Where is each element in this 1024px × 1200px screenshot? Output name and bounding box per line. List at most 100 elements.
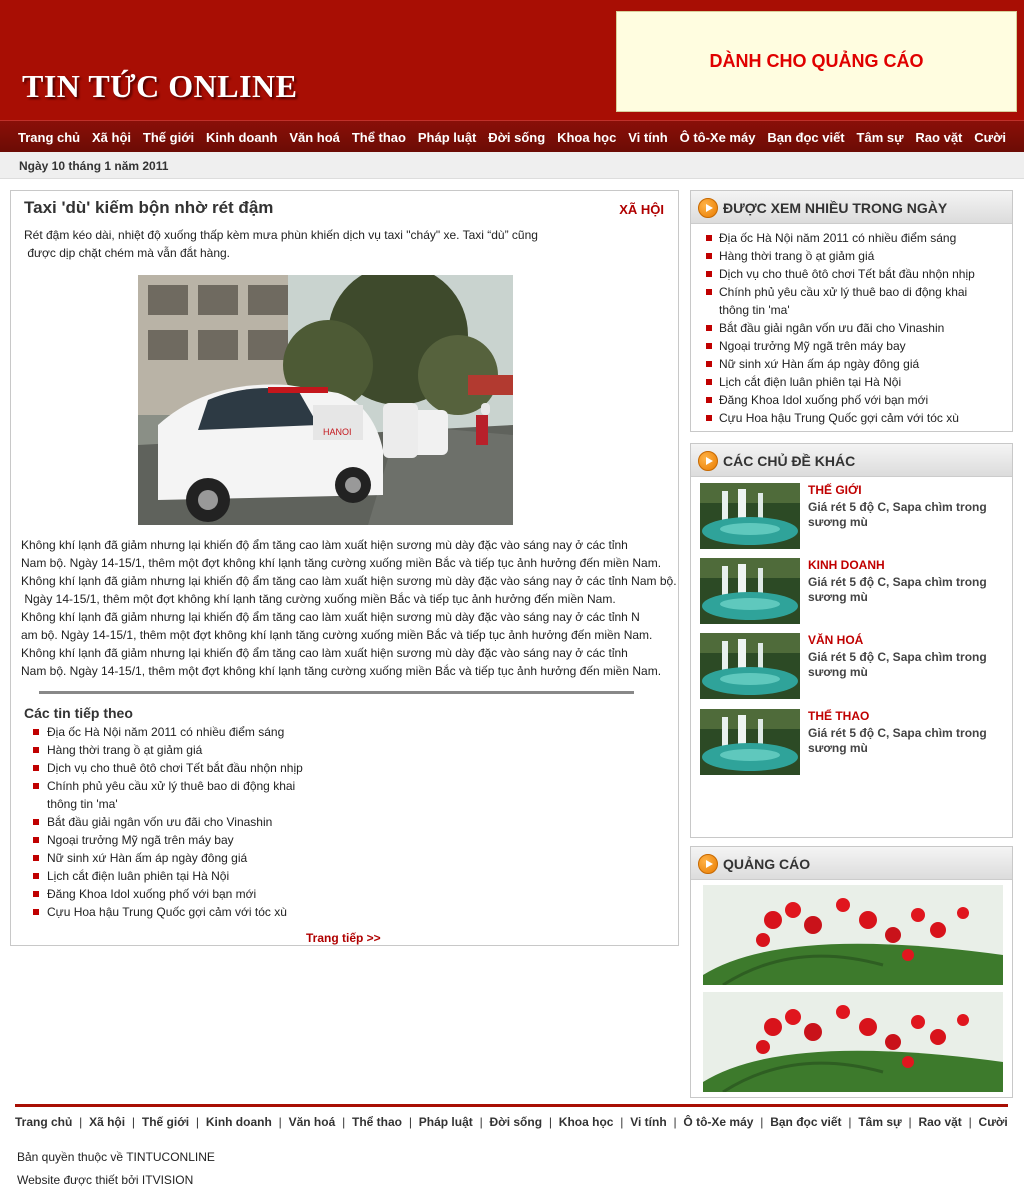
- designer-credit: Website được thiết bởi ITVISION: [17, 1173, 194, 1187]
- footer-link-oto-xe-may[interactable]: Ô tô-Xe máy: [683, 1115, 753, 1129]
- next-article-link[interactable]: Ngoại trưởng Mỹ ngã trên máy bay: [33, 831, 353, 849]
- nav-item-oto-xe-may[interactable]: Ô tô-Xe máy: [680, 130, 756, 145]
- footer-link-ban-doc-viet[interactable]: Bạn đọc viết: [770, 1115, 841, 1129]
- ads-title: QUẢNG CÁO: [723, 856, 811, 872]
- footer-link-tam-su[interactable]: Tâm sự: [858, 1115, 901, 1129]
- article-taxi-photo: HANOI: [138, 275, 513, 525]
- article-body-line: Không khí lạnh đã giảm nhưng lại khiến đ…: [21, 538, 628, 552]
- nav-item-the-gioi[interactable]: Thế giới: [143, 130, 194, 145]
- topic-headline[interactable]: Giá rét 5 độ C, Sapa chìm trong sương mù: [808, 650, 1003, 680]
- next-article-link[interactable]: Cựu Hoa hậu Trung Quốc gợi cảm với tóc x…: [33, 903, 353, 921]
- svg-text:HANOI: HANOI: [323, 427, 352, 437]
- article-summary-line: Rét đậm kéo dài, nhiệt độ xuống thấp kèm…: [24, 228, 538, 242]
- site-logo[interactable]: TIN TỨC ONLINE: [22, 68, 298, 105]
- footer-separator: |: [968, 1115, 972, 1129]
- topic-item-kinh-doanh[interactable]: KINH DOANH Giá rét 5 độ C, Sapa chìm tro…: [700, 558, 1005, 624]
- article-body-line: Nam bộ. Ngày 14-15/1, thêm một đợt không…: [21, 664, 662, 678]
- topic-headline[interactable]: Giá rét 5 độ C, Sapa chìm trong sương mù: [808, 726, 1003, 756]
- article-body-line: Ngày 14-15/1, thêm một đợt không khí lạn…: [21, 592, 616, 606]
- footer-separator: |: [195, 1115, 199, 1129]
- most-viewed-link[interactable]: Ngoại trưởng Mỹ ngã trên máy bay: [705, 337, 1000, 355]
- article-body-line: am bộ. Ngày 14-15/1, thêm một đợt không …: [21, 628, 653, 642]
- flower-ad-banner[interactable]: [703, 992, 1003, 1092]
- flower-ad-banner[interactable]: [703, 885, 1003, 985]
- topic-item-the-thao[interactable]: THỂ THAO Giá rét 5 độ C, Sapa chìm trong…: [700, 709, 1005, 775]
- footer-link-the-thao[interactable]: Thể thao: [352, 1115, 402, 1129]
- next-article-link[interactable]: Địa ốc Hà Nội năm 2011 có nhiều điểm sán…: [33, 723, 353, 741]
- arrow-right-icon: [698, 451, 718, 471]
- footer-link-khoa-hoc[interactable]: Khoa học: [559, 1115, 614, 1129]
- most-viewed-link[interactable]: Lịch cắt điện luân phiên tại Hà Nội: [705, 373, 1000, 391]
- topic-headline[interactable]: Giá rét 5 độ C, Sapa chìm trong sương mù: [808, 500, 1003, 530]
- nav-item-phap-luat[interactable]: Pháp luật: [418, 130, 477, 145]
- article-divider: [39, 691, 634, 694]
- footer-separator: |: [848, 1115, 852, 1129]
- footer-separator: |: [548, 1115, 552, 1129]
- next-article-link[interactable]: Bắt đầu giải ngân vốn ưu đãi cho Vinashi…: [33, 813, 353, 831]
- footer-link-phap-luat[interactable]: Pháp luật: [419, 1115, 473, 1129]
- most-viewed-link[interactable]: Chính phủ yêu cầu xử lý thuê bao di động…: [705, 283, 980, 319]
- next-article-link[interactable]: Lịch cắt điện luân phiên tại Hà Nội: [33, 867, 353, 885]
- next-article-link[interactable]: Chính phủ yêu cầu xử lý thuê bao di động…: [33, 777, 303, 813]
- footer-link-kinh-doanh[interactable]: Kinh doanh: [206, 1115, 272, 1129]
- nav-item-doi-song[interactable]: Đời sống: [488, 130, 545, 145]
- waterfall-thumbnail[interactable]: [700, 633, 800, 699]
- article-summary: Rét đậm kéo dài, nhiệt độ xuống thấp kèm…: [24, 226, 554, 262]
- other-topics-box: CÁC CHỦ ĐỀ KHÁC THẾ GIỚI Giá rét 5 độ C,…: [690, 443, 1013, 838]
- nav-item-xa-hoi[interactable]: Xã hội: [92, 130, 131, 145]
- nav-item-tam-su[interactable]: Tâm sự: [857, 130, 904, 145]
- footer-link-vi-tinh[interactable]: Vi tính: [630, 1115, 666, 1129]
- most-viewed-link[interactable]: Dịch vụ cho thuê ôtô chơi Tết bắt đầu nh…: [705, 265, 1000, 283]
- article-body-line: Không khí lạnh đã giảm nhưng lại khiến đ…: [21, 574, 677, 588]
- date-bar: Ngày 10 tháng 1 năm 2011: [0, 152, 1024, 179]
- footer-separator: |: [673, 1115, 677, 1129]
- footer-separator: |: [908, 1115, 912, 1129]
- nav-item-kinh-doanh[interactable]: Kinh doanh: [206, 130, 278, 145]
- most-viewed-link[interactable]: Cựu Hoa hậu Trung Quốc gợi cảm với tóc x…: [705, 409, 1000, 427]
- topic-category[interactable]: VĂN HOÁ: [808, 633, 863, 647]
- most-viewed-box: ĐƯỢC XEM NHIỀU TRONG NGÀY Địa ốc Hà Nội …: [690, 190, 1013, 432]
- footer-separator: |: [131, 1115, 136, 1129]
- most-viewed-header: ĐƯỢC XEM NHIỀU TRONG NGÀY: [691, 191, 1012, 224]
- most-viewed-link[interactable]: Địa ốc Hà Nội năm 2011 có nhiều điểm sán…: [705, 229, 1000, 247]
- footer-link-doi-song[interactable]: Đời sống: [490, 1115, 543, 1129]
- next-page-link[interactable]: Trang tiếp >>: [306, 931, 381, 945]
- topic-item-the-gioi[interactable]: THẾ GIỚI Giá rét 5 độ C, Sapa chìm trong…: [700, 483, 1005, 549]
- nav-item-the-thao[interactable]: Thể thao: [352, 130, 406, 145]
- topic-headline[interactable]: Giá rét 5 độ C, Sapa chìm trong sương mù: [808, 575, 1003, 605]
- footer-link-the-gioi[interactable]: Thế giới: [142, 1115, 189, 1129]
- topic-category[interactable]: KINH DOANH: [808, 558, 885, 572]
- other-topics-header: CÁC CHỦ ĐỀ KHÁC: [691, 444, 1012, 477]
- nav-item-trang-chu[interactable]: Trang chủ: [18, 130, 80, 145]
- most-viewed-link[interactable]: Đăng Khoa Idol xuống phố với bạn mới: [705, 391, 1000, 409]
- next-article-link[interactable]: Đăng Khoa Idol xuống phố với bạn mới: [33, 885, 353, 903]
- header-ad-banner[interactable]: DÀNH CHO QUẢNG CÁO: [616, 11, 1017, 112]
- waterfall-thumbnail[interactable]: [700, 483, 800, 549]
- next-articles-list: Địa ốc Hà Nội năm 2011 có nhiều điểm sán…: [33, 723, 353, 921]
- nav-item-van-hoa[interactable]: Văn hoá: [289, 130, 340, 145]
- waterfall-thumbnail[interactable]: [700, 709, 800, 775]
- next-article-link[interactable]: Hàng thời trang ồ ạt giảm giá: [33, 741, 353, 759]
- nav-item-ban-doc-viet[interactable]: Bạn đọc viết: [767, 130, 844, 145]
- footer-link-van-hoa[interactable]: Văn hoá: [289, 1115, 336, 1129]
- nav-item-khoa-hoc[interactable]: Khoa học: [557, 130, 616, 145]
- next-article-link[interactable]: Dịch vụ cho thuê ôtô chơi Tết bắt đầu nh…: [33, 759, 353, 777]
- footer-link-rao-vat[interactable]: Rao vặt: [918, 1115, 961, 1129]
- footer-link-trang-chu[interactable]: Trang chủ: [15, 1115, 72, 1129]
- footer-link-xa-hoi[interactable]: Xã hội: [89, 1115, 125, 1129]
- topic-category[interactable]: THỂ THAO: [808, 709, 869, 723]
- next-article-link[interactable]: Nữ sinh xứ Hàn ấm áp ngày đông giá: [33, 849, 353, 867]
- most-viewed-link[interactable]: Nữ sinh xứ Hàn ấm áp ngày đông giá: [705, 355, 1000, 373]
- nav-item-rao-vat[interactable]: Rao vặt: [915, 130, 962, 145]
- copyright-text: Bản quyền thuộc về TINTUCONLINE: [17, 1150, 215, 1164]
- topic-category[interactable]: THẾ GIỚI: [808, 483, 862, 497]
- footer-link-cuoi[interactable]: Cười: [979, 1115, 1008, 1129]
- topic-item-van-hoa[interactable]: VĂN HOÁ Giá rét 5 độ C, Sapa chìm trong …: [700, 633, 1005, 699]
- nav-item-cuoi[interactable]: Cười: [974, 130, 1006, 145]
- most-viewed-link[interactable]: Hàng thời trang ồ ạt giảm giá: [705, 247, 1000, 265]
- footer-separator: |: [760, 1115, 764, 1129]
- article-category-link[interactable]: XÃ HỘI: [619, 202, 664, 217]
- waterfall-thumbnail[interactable]: [700, 558, 800, 624]
- most-viewed-link[interactable]: Bắt đầu giải ngân vốn ưu đãi cho Vinashi…: [705, 319, 1000, 337]
- nav-item-vi-tinh[interactable]: Vi tính: [628, 130, 667, 145]
